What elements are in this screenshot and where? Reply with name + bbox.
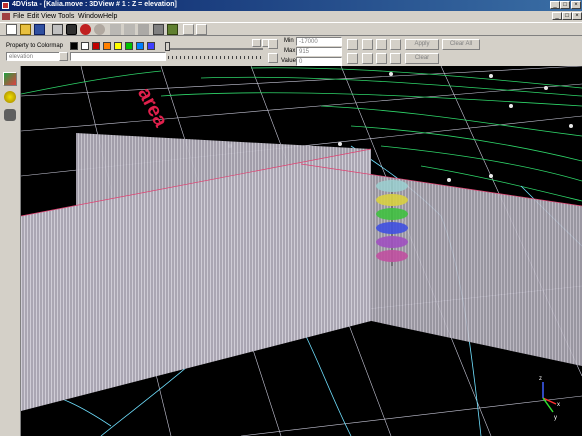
value-slider-thumb[interactable] <box>165 42 170 51</box>
min-label: Min <box>284 38 294 44</box>
ramp-flat-icon[interactable] <box>390 53 401 64</box>
value-slider-track[interactable] <box>168 48 263 50</box>
slider-ticks <box>168 56 263 59</box>
title-bar: 4DVista - [Kalia.move : 3DView # 1 : Z =… <box>0 0 582 11</box>
pointer-icon[interactable] <box>124 24 135 35</box>
undo-icon[interactable] <box>94 24 105 35</box>
color-swatch[interactable] <box>114 42 122 50</box>
main-toolbar <box>0 22 582 36</box>
slider-step-button[interactable] <box>268 39 278 49</box>
value-label: Value <box>281 58 296 64</box>
axis-y-label: y <box>554 415 557 421</box>
clear-all-button[interactable]: Clear All <box>442 39 480 50</box>
axis-x-label: x <box>557 402 560 408</box>
menu-bar: File Edit View Tools Window Help _ □ × <box>0 11 582 22</box>
histogram-icon[interactable] <box>362 39 373 50</box>
move-icon[interactable] <box>110 24 121 35</box>
document-icon <box>2 13 10 20</box>
flag-icon[interactable] <box>167 24 178 35</box>
save-icon[interactable] <box>34 24 45 35</box>
grid-icon[interactable] <box>153 24 164 35</box>
clear-button[interactable]: Clear <box>405 53 439 64</box>
menu-help[interactable]: Help <box>103 13 117 20</box>
3d-scene[interactable]: area z x y <box>21 66 582 436</box>
maximize-button[interactable]: □ <box>560 1 570 9</box>
rotate-icon[interactable] <box>138 24 149 35</box>
open-folder-icon[interactable] <box>20 24 31 35</box>
app-icon <box>2 2 9 9</box>
doc-close-button[interactable]: × <box>572 12 582 20</box>
3d-viewport[interactable]: area z x y <box>21 66 582 436</box>
minimize-button[interactable]: _ <box>550 1 560 9</box>
menu-view[interactable]: View <box>41 13 56 20</box>
color-swatch[interactable] <box>103 42 111 50</box>
table-icon[interactable] <box>362 53 373 64</box>
color-swatch[interactable] <box>70 42 78 50</box>
left-toolbar <box>0 66 21 436</box>
menu-edit[interactable]: Edit <box>27 13 39 20</box>
new-file-icon[interactable] <box>6 24 17 35</box>
color-swatch[interactable] <box>125 42 133 50</box>
zoom-in-icon[interactable] <box>183 24 194 35</box>
print-icon[interactable] <box>52 24 63 35</box>
zoom-out-icon[interactable] <box>196 24 207 35</box>
color-swatch[interactable] <box>136 42 144 50</box>
menu-tools[interactable]: Tools <box>58 13 74 20</box>
colormap-label: Property to Colormap <box>6 43 64 49</box>
axis-z-label: z <box>539 376 542 382</box>
paint-icon[interactable] <box>80 24 91 35</box>
max-field[interactable]: 915 <box>296 47 342 56</box>
light-icon[interactable] <box>4 91 16 103</box>
colormap-icon[interactable] <box>3 72 17 86</box>
doc-minimize-button[interactable]: _ <box>552 12 562 20</box>
menu-window[interactable]: Window <box>78 13 103 20</box>
color-swatch[interactable] <box>147 42 155 50</box>
slider-reset-button[interactable] <box>268 53 278 63</box>
colormap-scroll[interactable] <box>70 52 166 61</box>
ramp-diag-icon[interactable] <box>376 53 387 64</box>
min-field[interactable]: -17000 <box>296 37 342 46</box>
apply-button[interactable]: Apply <box>405 39 439 50</box>
close-button[interactable]: × <box>571 1 581 9</box>
value-field[interactable]: 0 <box>296 57 342 66</box>
chevron-down-icon[interactable] <box>59 52 68 61</box>
ramp-steep-icon[interactable] <box>390 39 401 50</box>
axis-triad: z x y <box>539 376 560 421</box>
shape-icon[interactable] <box>4 109 16 121</box>
map-annotation-label: area <box>133 84 172 131</box>
window-title: 4DVista - [Kalia.move : 3DView # 1 : Z =… <box>12 1 177 8</box>
camera-icon[interactable] <box>66 24 77 35</box>
pick-min-icon[interactable] <box>347 39 358 50</box>
color-swatch[interactable] <box>92 42 100 50</box>
colormap-toolbar: Property to Colormap elevation Min -1700… <box>0 36 582 66</box>
max-label: Max <box>284 48 296 54</box>
doc-restore-button[interactable]: □ <box>562 12 572 20</box>
color-swatch[interactable] <box>81 42 89 50</box>
seismic-section-right <box>301 164 582 366</box>
pick-max-icon[interactable] <box>347 53 358 64</box>
ramp-up-icon[interactable] <box>376 39 387 50</box>
slider-left-arrow-icon[interactable] <box>252 39 261 47</box>
menu-file[interactable]: File <box>13 13 24 20</box>
